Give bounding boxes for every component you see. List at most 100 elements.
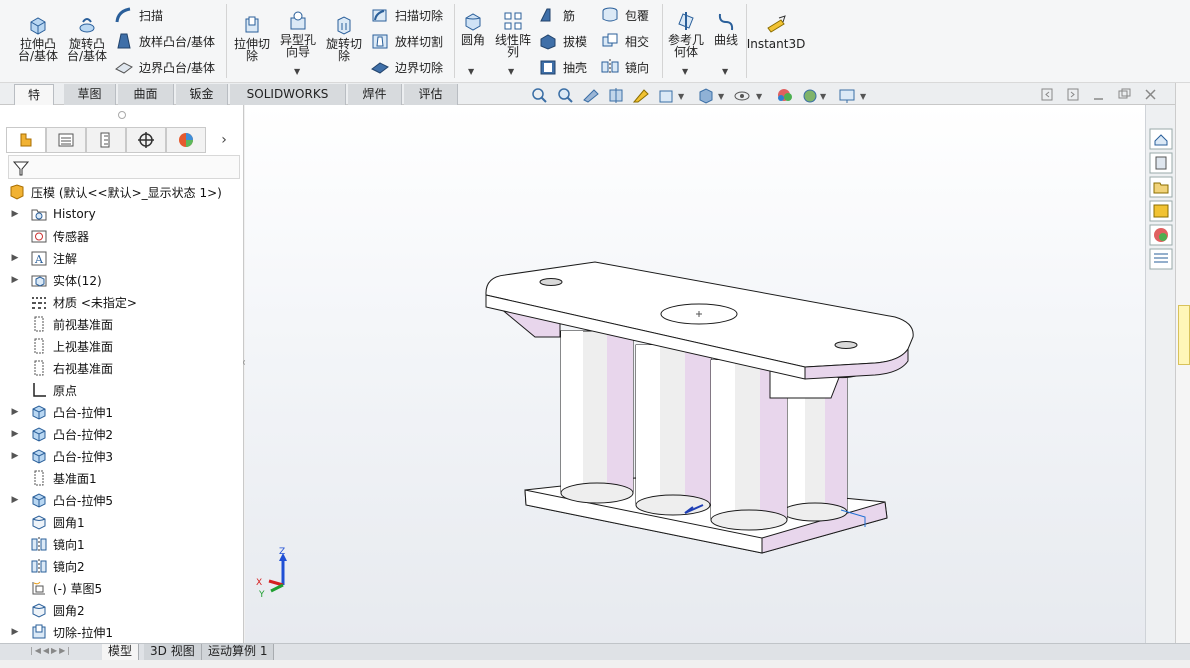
apply-scene-icon[interactable]: ▼ xyxy=(803,89,827,103)
tree-item[interactable]: ▶ History xyxy=(10,203,96,225)
tree-item[interactable]: 镜向1 xyxy=(10,533,85,555)
tree-filter[interactable] xyxy=(8,155,240,179)
zoom-area-icon[interactable] xyxy=(558,88,573,103)
tree-item[interactable]: ▶ A 注解 xyxy=(10,247,77,269)
linear-pattern-dropdown-icon[interactable]: ▼ xyxy=(508,67,514,76)
reference-geometry-button[interactable]: 参考几 何体 xyxy=(666,10,706,58)
tree-item[interactable]: ▶ 凸台-拉伸5 xyxy=(10,489,113,511)
tab-evaluate[interactable]: 评估 xyxy=(404,84,458,105)
tab-motion-study[interactable]: 运动算例 1 xyxy=(202,644,275,660)
notification-tab[interactable] xyxy=(1178,305,1190,365)
tree-item[interactable]: ▶ 实体(12) xyxy=(10,269,102,291)
hole-wizard-button[interactable]: 异型孔 向导 xyxy=(276,10,320,58)
sweep-cut-button[interactable]: 扫描切除 xyxy=(370,5,443,25)
loft-cut-button[interactable]: 放样切割 xyxy=(370,31,443,51)
dimxpert-manager-tab[interactable] xyxy=(126,127,166,153)
configuration-manager-tab[interactable] xyxy=(86,127,126,153)
tree-item[interactable]: 右视基准面 xyxy=(10,357,113,379)
tree-item[interactable]: 传感器 xyxy=(10,225,89,247)
cylinder[interactable] xyxy=(635,344,712,516)
display-manager-tab[interactable] xyxy=(166,127,206,153)
feature-tree-tab[interactable] xyxy=(6,127,46,153)
view-settings-icon[interactable]: ▼ xyxy=(839,89,867,103)
display-style-icon[interactable]: ▼ xyxy=(699,88,725,104)
tree-item[interactable]: 上视基准面 xyxy=(10,335,113,357)
view-palette-icon[interactable] xyxy=(1149,200,1173,222)
tree-item[interactable]: 圆角1 xyxy=(10,511,85,533)
tab-model[interactable]: 模型 xyxy=(102,644,140,660)
mirror-button[interactable]: 镜向 xyxy=(600,57,649,77)
tabs-scroll-right-icon[interactable]: › xyxy=(206,127,242,153)
expand-arrow-icon[interactable]: ▶ xyxy=(10,451,20,461)
tree-root[interactable]: 压模 (默认<<默认>_显示状态 1>) xyxy=(8,181,222,203)
intersect-button[interactable]: 相交 xyxy=(600,31,649,51)
tab-weldments[interactable]: 焊件(D) xyxy=(348,84,402,121)
tree-item[interactable]: ▶ 凸台-拉伸1 xyxy=(10,401,113,423)
graphics-area[interactable]: Z X Y xyxy=(245,105,1145,643)
tab-sketch[interactable]: 草图 xyxy=(64,84,116,105)
tree-item[interactable]: (-) 草图5 xyxy=(10,577,102,599)
tree-item[interactable]: 原点 xyxy=(10,379,77,401)
close-icon[interactable] xyxy=(1145,89,1156,100)
hole-wizard-dropdown-icon[interactable]: ▼ xyxy=(294,67,300,76)
tree-item[interactable]: ▶ 切除-拉伸1 xyxy=(10,621,113,643)
reference-geometry-dropdown-icon[interactable]: ▼ xyxy=(682,67,688,76)
shell-button[interactable]: 抽壳 xyxy=(538,57,587,77)
restore-left-icon[interactable] xyxy=(1041,88,1053,101)
design-library-icon[interactable] xyxy=(1149,152,1173,174)
hide-show-items-icon[interactable]: ▼ xyxy=(734,91,763,101)
expand-arrow-icon[interactable]: ▶ xyxy=(10,429,20,439)
cylinder[interactable] xyxy=(560,330,634,504)
curves-dropdown-icon[interactable]: ▼ xyxy=(722,67,728,76)
expand-arrow-icon[interactable]: ▶ xyxy=(10,495,20,505)
expand-arrow-icon[interactable]: ▶ xyxy=(10,627,20,637)
tree-item[interactable]: 基准面1 xyxy=(10,467,97,489)
wrap-button[interactable]: 包覆 xyxy=(600,5,649,25)
property-manager-tab[interactable] xyxy=(46,127,86,153)
previous-view-icon[interactable] xyxy=(583,89,599,103)
tree-item[interactable]: 镜向2 xyxy=(10,555,85,577)
custom-properties-icon[interactable] xyxy=(1149,248,1173,270)
revolve-boss-button[interactable]: 旋转凸 台/基体 xyxy=(64,14,110,62)
tab-solidworks-mbd[interactable]: SOLIDWORKS MBD xyxy=(230,84,346,121)
boundary-boss-button[interactable]: 边界凸台/基体 xyxy=(114,57,215,77)
section-view-icon[interactable] xyxy=(609,88,623,103)
maximize-icon[interactable] xyxy=(1118,88,1131,99)
tree-item[interactable]: 前视基准面 xyxy=(10,313,113,335)
tree-item[interactable]: 材质 <未指定> xyxy=(10,291,137,313)
tree-item[interactable]: ▶ 凸台-拉伸2 xyxy=(10,423,113,445)
extrude-cut-button[interactable]: 拉伸切 除 xyxy=(230,14,274,62)
expand-arrow-icon[interactable]: ▶ xyxy=(10,275,20,285)
draft-button[interactable]: 拔模 xyxy=(538,31,587,51)
appearances-icon[interactable] xyxy=(1149,224,1173,246)
tab-3d-views[interactable]: 3D 视图 xyxy=(144,644,202,660)
edit-appearance-icon[interactable] xyxy=(778,89,792,101)
rib-button[interactable]: 筋 xyxy=(538,5,575,25)
solidworks-resources-icon[interactable] xyxy=(1149,128,1173,150)
fillet-button[interactable]: 圆角 xyxy=(458,10,488,46)
tab-features[interactable]: 特征 xyxy=(14,84,54,122)
tab-scroll-arrows-icon[interactable]: |◀◀▶▶| xyxy=(30,646,98,658)
instant3d-button[interactable]: Instant3D xyxy=(747,14,805,50)
tab-surfaces[interactable]: 曲面 xyxy=(118,84,174,105)
tree-item[interactable]: ▶ 凸台-拉伸3 xyxy=(10,445,113,467)
expand-arrow-icon[interactable]: ▶ xyxy=(10,209,20,219)
expand-arrow-icon[interactable]: ▶ xyxy=(10,407,20,417)
sweep-button[interactable]: 扫描 xyxy=(114,5,163,25)
loft-boss-button[interactable]: 放样凸台/基体 xyxy=(114,31,215,51)
restore-right-icon[interactable] xyxy=(1067,88,1079,101)
panel-resize-handle[interactable] xyxy=(118,111,126,119)
expand-arrow-icon[interactable]: ▶ xyxy=(10,253,20,263)
extrude-boss-button[interactable]: 拉伸凸 台/基体 xyxy=(16,14,60,62)
revolve-cut-button[interactable]: 旋转切 除 xyxy=(322,14,366,62)
dynamic-annotation-icon[interactable] xyxy=(632,89,649,103)
curves-button[interactable]: 曲线 xyxy=(710,10,742,46)
linear-pattern-button[interactable]: 线性阵 列 xyxy=(492,10,534,58)
fillet-dropdown-icon[interactable]: ▼ xyxy=(468,67,474,76)
zoom-to-fit-icon[interactable] xyxy=(532,88,547,103)
file-explorer-icon[interactable] xyxy=(1149,176,1173,198)
tree-item[interactable]: 圆角2 xyxy=(10,599,85,621)
boundary-cut-button[interactable]: 边界切除 xyxy=(370,57,443,77)
tab-sheet-metal[interactable]: 钣金 xyxy=(176,84,228,105)
view-orientation-icon[interactable]: ▼ xyxy=(659,90,685,103)
